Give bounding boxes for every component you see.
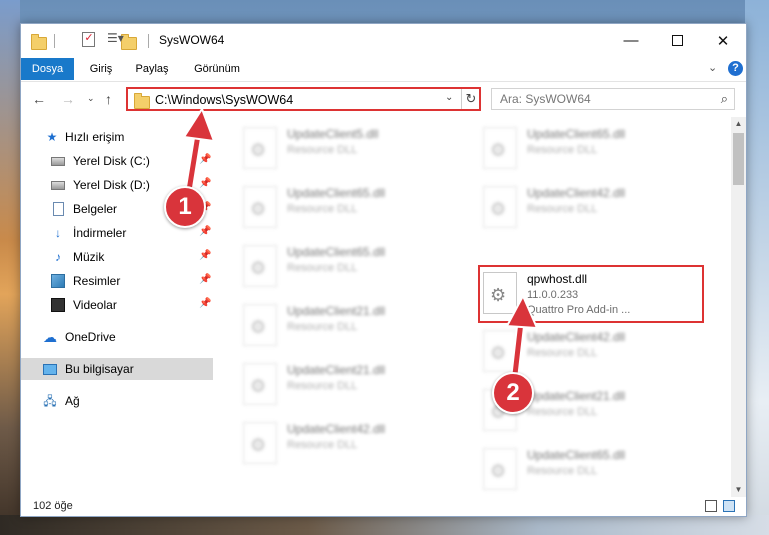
search-input[interactable]: Ara: SysWOW64 ⌕: [491, 88, 735, 110]
ribbon: Dosya Giriş Paylaş Görünüm ⌄ ?: [21, 58, 746, 80]
dll-file-icon: ⚙: [243, 304, 277, 346]
forward-icon[interactable]: →: [61, 91, 75, 107]
file-list: ⚙ UpdateClient5.dll Resource DLL ⚙ Updat…: [217, 117, 731, 497]
status-bar: 102 öğe: [21, 497, 746, 516]
nav-item-videos[interactable]: Videolar 📌: [21, 294, 213, 316]
desktop-background-left: [0, 0, 20, 535]
refresh-icon[interactable]: ↻: [461, 89, 480, 109]
nav-item-music[interactable]: ♪ Müzik 📌: [21, 246, 213, 268]
pin-icon: 📌: [199, 274, 212, 285]
nav-item-this-pc[interactable]: Bu bilgisayar: [21, 358, 213, 380]
folder-icon: [31, 34, 47, 50]
recent-locations-icon[interactable]: ⌄: [87, 93, 95, 104]
properties-icon[interactable]: [82, 31, 96, 47]
up-icon[interactable]: ↑: [105, 91, 112, 107]
pin-icon: 📌: [199, 250, 212, 261]
cloud-icon: ☁: [43, 329, 57, 345]
file-item[interactable]: ⚙ UpdateClient42.dll Resource DLL: [457, 324, 687, 380]
window-title: SysWOW64: [159, 33, 225, 47]
dll-file-icon: ⚙: [243, 186, 277, 228]
annotation-badge-1: 1: [164, 186, 206, 228]
tab-share[interactable]: Paylaş: [129, 58, 175, 80]
back-icon[interactable]: ←: [32, 91, 46, 107]
desktop-background-right: [745, 0, 769, 535]
dll-file-icon: ⚙: [243, 422, 277, 464]
chevron-down-icon[interactable]: ⌄: [445, 92, 453, 103]
nav-item-onedrive[interactable]: ☁ OneDrive: [21, 326, 213, 348]
help-icon[interactable]: ?: [728, 61, 743, 76]
file-item[interactable]: ⚙ UpdateClient5.dll Resource DLL: [217, 121, 447, 177]
divider: [148, 34, 149, 48]
dll-file-icon: ⚙: [243, 245, 277, 287]
file-item[interactable]: ⚙ UpdateClient65.dll Resource DLL: [457, 121, 687, 177]
close-button[interactable]: ✕: [700, 24, 746, 57]
file-item[interactable]: ⚙ UpdateClient21.dll Resource DLL: [217, 298, 447, 354]
dll-file-icon: ⚙: [483, 186, 517, 228]
videos-icon: [51, 298, 65, 312]
customize-icon[interactable]: ☰▾: [107, 31, 124, 45]
search-placeholder: Ara: SysWOW64: [500, 92, 591, 106]
file-item[interactable]: ⚙ UpdateClient65.dll Resource DLL: [217, 239, 447, 295]
disk-icon: [51, 157, 65, 166]
pin-icon: 📌: [199, 298, 212, 309]
details-view-icon[interactable]: [705, 500, 717, 512]
tab-view[interactable]: Görünüm: [187, 58, 247, 80]
file-item[interactable]: ⚙ UpdateClient42.dll Resource DLL: [217, 416, 447, 472]
address-row: ← → ⌄ ↑ C:\Windows\SysWOW64 ⌄ ↻ Ara: Sys…: [21, 81, 746, 118]
dll-file-icon: ⚙: [483, 127, 517, 169]
maximize-button[interactable]: [654, 24, 700, 57]
desktop-background-bottom: [0, 515, 769, 535]
minimize-button[interactable]: —: [608, 24, 654, 57]
disk-icon: [51, 181, 65, 190]
folder-icon: [134, 93, 150, 109]
file-item[interactable]: ⚙ UpdateClient42.dll Resource DLL: [457, 180, 687, 236]
nav-item-network[interactable]: 🖧 Ağ: [21, 390, 213, 412]
large-icons-view-icon[interactable]: [723, 500, 735, 512]
pin-icon: 📌: [199, 226, 212, 237]
dll-file-icon: ⚙: [243, 127, 277, 169]
scroll-down-icon[interactable]: ▼: [731, 483, 746, 497]
close-icon: ✕: [716, 32, 730, 50]
file-item[interactable]: ⚙ UpdateClient21.dll Resource DLL: [217, 357, 447, 413]
nav-item-pictures[interactable]: Resimler 📌: [21, 270, 213, 292]
vertical-scrollbar[interactable]: ▲ ▼: [731, 117, 746, 497]
dll-file-icon: ⚙: [243, 363, 277, 405]
dll-file-icon: ⚙: [483, 448, 517, 490]
scroll-up-icon[interactable]: ▲: [731, 117, 746, 131]
maximize-icon: [671, 35, 683, 46]
music-icon: ♪: [55, 250, 61, 264]
pictures-icon: [51, 274, 65, 288]
tab-file[interactable]: Dosya: [21, 58, 74, 80]
title-bar: ☰▾ SysWOW64 — ✕: [21, 24, 746, 58]
network-icon: 🖧: [43, 394, 57, 408]
documents-icon: [53, 202, 64, 216]
expand-ribbon-icon[interactable]: ⌄: [708, 61, 717, 74]
search-icon: ⌕: [720, 91, 728, 106]
file-item[interactable]: ⚙ UpdateClient65.dll Resource DLL: [457, 442, 687, 497]
item-count: 102 öğe: [33, 500, 73, 512]
explorer-window: ☰▾ SysWOW64 — ✕ Dosya Giriş Paylaş Görün…: [20, 23, 747, 517]
minimize-icon: —: [623, 32, 639, 49]
computer-icon: [43, 364, 57, 375]
tab-home[interactable]: Giriş: [83, 58, 119, 80]
file-item[interactable]: ⚙ UpdateClient65.dll Resource DLL: [217, 180, 447, 236]
divider: [54, 34, 55, 48]
annotation-badge-2: 2: [492, 372, 534, 414]
download-icon: ↓: [55, 226, 61, 240]
star-icon: ★: [46, 130, 58, 144]
scroll-thumb[interactable]: [733, 133, 744, 185]
